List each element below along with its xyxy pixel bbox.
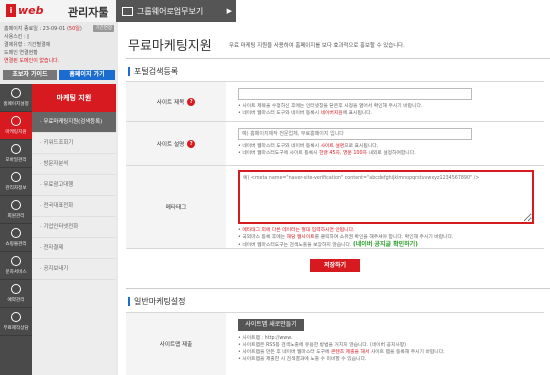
meta-tag-row: 메타태그 • 메타태그 외에 다른 데이터는 절대 입력하시면 안됩니다. • 국…: [126, 165, 544, 249]
admin-tool-title: 관리자툴: [68, 6, 109, 19]
sub-nav-item[interactable]: 무료광고대행: [32, 175, 116, 196]
help-icon[interactable]: ?: [187, 139, 196, 148]
site-title-row: 사이트 제목? • 사이트 제목을 수정하신 후에는 인터넷창을 닫은후 사정을…: [126, 81, 544, 121]
reservation-icon: [11, 284, 21, 294]
save-button[interactable]: 저장하기: [310, 259, 360, 272]
section-divider: [126, 288, 550, 289]
sub-nav-item[interactable]: 공지보내기: [32, 259, 116, 280]
left-nav-item[interactable]: 마케팅지원: [0, 112, 32, 140]
sub-nav-item[interactable]: 무료마케팅지원(검색등록): [32, 112, 116, 133]
note-line: • 메타태그 외에 다른 데이터는 절대 입력하시면 안됩니다.: [238, 228, 355, 233]
sub-nav-item[interactable]: 기업인터넷전화: [32, 217, 116, 238]
site-desc-notes: • 네이버 웹마스터 도구와 네이버 등록시 사이트 설명으로 표시됩니다. • …: [238, 143, 416, 157]
logo-mark: i: [6, 4, 16, 17]
left-nav-label: 홈페이지설정: [3, 102, 29, 107]
sub-nav-item[interactable]: 방문자분석: [32, 154, 116, 175]
account-info: 홈페이지 종료일 : 23-09-01 (50일) 기간연장 사용스킨 : 결제…: [4, 25, 114, 65]
left-nav-label: 문자서비스: [5, 270, 27, 275]
note-line: • 사이트맵을 제출한 시 검색결과에 노출 수 미비할 수 있습니다.: [238, 357, 367, 362]
sms-icon: [11, 256, 21, 266]
left-nav-label: 모바일관리: [5, 158, 27, 163]
left-nav-item[interactable]: 관리자정보: [0, 168, 32, 196]
note-line: • 사이트맵 : http://www.: [238, 336, 293, 341]
left-nav-label: 쇼핑몰관리: [5, 242, 27, 247]
main-content: 무료마케팅지원 무료 마케팅 지원을 사용하여 홈페이지를 보다 효과적으로 홍…: [118, 22, 550, 375]
sitemap-new-button[interactable]: 사이트맵 새로만들기: [238, 319, 304, 331]
skin-line: 사용스킨 :: [4, 33, 114, 41]
meta-tag-label: 메타태그: [126, 166, 226, 248]
logo-text: web: [18, 4, 44, 17]
sitemap-notes: • 사이트맵 : http://www. • 사이트맵은 RSS등 검색노출에 유…: [238, 335, 445, 363]
sub-nav-item[interactable]: 키워드조회기: [32, 133, 116, 154]
briefcase-icon: [122, 6, 133, 16]
consult-icon: [11, 312, 21, 322]
payment-line: 결제유형 : 기간별결제: [4, 42, 51, 48]
left-nav-item[interactable]: 홈페이지설정: [0, 84, 32, 112]
left-nav-label: 무료제작상담: [3, 326, 29, 331]
site-title-label: 사이트 제목?: [126, 82, 226, 121]
general-section-title: 일반마케팅설정: [128, 294, 186, 308]
site-title-input[interactable]: [238, 88, 472, 100]
note-line: • 사이트맵을 만든 후 네이버 웹마스터 도구에 콘텐츠 제출을 해서 사이트…: [238, 350, 445, 355]
groupware-label: 그룹웨어로업무보기: [137, 6, 204, 16]
domain-status: 연결된 도메인이 없습니다.: [4, 58, 60, 64]
group-bar: 그룹웨어로업무보기 ▶: [116, 0, 550, 22]
meta-tag-notes: • 메타태그 외에 다른 데이터는 절대 입력하시면 안됩니다. • 국외마스 등…: [238, 227, 454, 249]
left-nav: 홈페이지설정마케팅지원모바일관리관리자정보회원관리쇼핑몰관리문자서비스예약관리무…: [0, 84, 32, 375]
note-line: • 네이버 웹마스터 도구와 네이버 등록시 사이트 설명으로 표시됩니다.: [238, 144, 379, 149]
beginner-guide-button[interactable]: 초보자 가이드: [3, 70, 57, 80]
page-title: 무료마케팅지원: [128, 39, 212, 54]
section-bar: [128, 296, 130, 306]
meta-tag-textarea[interactable]: [238, 170, 534, 224]
help-icon[interactable]: ?: [187, 97, 196, 106]
iweb-logo[interactable]: i web: [6, 4, 44, 17]
left-nav-item[interactable]: 쇼핑몰관리: [0, 224, 32, 252]
sub-nav-title: 마케팅 지원: [32, 84, 116, 112]
arrow-right-icon: ▶: [226, 7, 232, 15]
portal-section-title: 포털검색등록: [128, 64, 178, 78]
site-desc-input[interactable]: [238, 128, 472, 140]
note-line: • 사이트 제목을 수정하신 후에는 인터넷창을 닫은후 사정을 열어서 확인해…: [238, 104, 423, 109]
sub-nav-item[interactable]: 전국대표전화: [32, 196, 116, 217]
site-desc-row: 사이트 설명? • 네이버 웹마스터 도구와 네이버 등록시 사이트 설명으로 …: [126, 121, 544, 165]
left-nav-label: 관리자정보: [5, 186, 27, 191]
site-desc-label: 사이트 설명?: [126, 122, 226, 165]
title-divider: [126, 58, 550, 59]
site-title-notes: • 사이트 제목을 수정하신 후에는 인터넷창을 닫은후 사정을 열어서 확인해…: [238, 103, 422, 117]
domain-line: 도메인 연결현황: [4, 50, 38, 56]
sitemap-row: 사이트맵 제출 사이트맵 새로만들기 • 사이트맵 : http://www. •…: [126, 312, 544, 375]
left-nav-item[interactable]: 예약관리: [0, 280, 32, 308]
homepage-button[interactable]: 홈페이지 가기: [59, 70, 115, 80]
note-line: • 사이트맵은 RSS등 검색노출에 유용한 방법을 거치지 않습니다. (네이…: [238, 343, 407, 348]
section-bar: [128, 66, 130, 76]
note-line: • 국외마스 등록 후에는 해당 웹사이트를 클릭하여 소유권 확인을 해주셔야…: [238, 235, 454, 240]
left-nav-item[interactable]: 무료제작상담: [0, 308, 32, 336]
extend-badge[interactable]: 기간연장: [93, 25, 114, 32]
note-line: • 네이버 웹마스터도구에 사이트 등록시 한글 45자, 영문 100자 내외…: [238, 151, 416, 156]
left-nav-item[interactable]: 문자서비스: [0, 252, 32, 280]
left-nav-label: 회원관리: [7, 214, 25, 219]
sub-nav-item[interactable]: 전자결제: [32, 238, 116, 259]
sub-nav: 마케팅 지원 무료마케팅지원(검색등록)키워드조회기방문자분석무료광고대행전국대…: [32, 84, 116, 375]
left-nav-label: 마케팅지원: [5, 130, 27, 135]
sitemap-label: 사이트맵 제출: [126, 313, 226, 375]
groupware-button[interactable]: 그룹웨어로업무보기 ▶: [116, 0, 236, 22]
admin-info-icon: [11, 172, 21, 182]
page-description: 무료 마케팅 지원을 사용하여 홈페이지를 보다 효과적으로 홍보할 수 있습니…: [229, 43, 405, 49]
naver-notice-link[interactable]: (네이버 공지글 확인하기): [353, 241, 418, 248]
left-nav-item[interactable]: 회원관리: [0, 196, 32, 224]
page: i web 관리자툴 그룹웨어로업무보기 ▶ 홈페이지 종료일 : 23-09-…: [0, 0, 550, 375]
member-icon: [11, 200, 21, 210]
shop-icon: [11, 228, 21, 238]
left-nav-item[interactable]: 모바일관리: [0, 140, 32, 168]
marketing-icon: [11, 116, 21, 126]
left-nav-label: 예약관리: [7, 298, 25, 303]
home-settings-icon: [11, 88, 21, 98]
note-line: • 네이버 웹마스터 도구와 네이버 등록시 네이버지원에 표시됩니다.: [238, 111, 373, 116]
top-header: i web 관리자툴 그룹웨어로업무보기 ▶: [0, 0, 550, 22]
note-line: • 네이버 웹마스터도구는 검색노출을 보장하지 않습니다. (네이버 공지글 …: [238, 241, 418, 248]
mobile-icon: [11, 144, 21, 154]
